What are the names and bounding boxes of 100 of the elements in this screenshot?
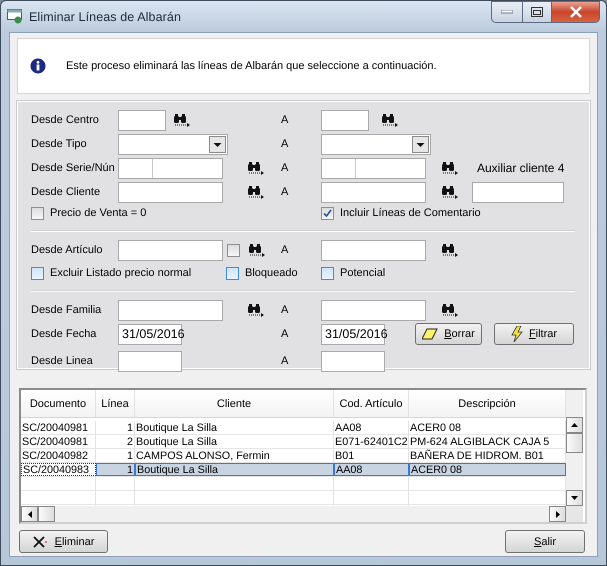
column-header[interactable]: Línea (96, 390, 135, 417)
binoculars-icon[interactable] (247, 304, 265, 316)
binoculars-icon[interactable] (441, 186, 459, 198)
scroll-right-button[interactable] (549, 506, 566, 522)
checkbox-label: Bloqueado (245, 267, 298, 279)
checkbox-label: Precio de Venta = 0 (50, 207, 146, 219)
field-label: Desde Fecha (31, 328, 98, 340)
table-cell: SC/20040983 (21, 463, 96, 476)
range-label: A (281, 244, 290, 256)
table-cell: SC/20040981 (21, 421, 96, 434)
table-cell: SC/20040981 (21, 435, 96, 448)
checkbox-label: Potencial (340, 267, 386, 279)
input-field[interactable] (118, 158, 223, 178)
range-label: A (281, 328, 290, 340)
checkbox[interactable] (227, 244, 240, 256)
field-label: Desde Centro (31, 114, 100, 126)
field-label: Desde Cliente (31, 186, 102, 198)
input-field[interactable] (321, 350, 385, 372)
clear-button[interactable]: Borrar (415, 323, 482, 345)
vertical-scrollbar[interactable] (566, 390, 583, 506)
range-label: A (281, 186, 290, 198)
checkbox[interactable] (321, 206, 334, 220)
table-row[interactable]: SC/20040983 1 Boutique La Silla AA08 ACER0 08 (21, 463, 566, 477)
column-header[interactable]: Documento (21, 390, 96, 417)
table-row[interactable]: SC/20040981 1 Boutique La Silla AA08 ACER0 08 (21, 421, 566, 435)
maximize-button[interactable] (523, 1, 552, 23)
scroll-left-button[interactable] (21, 506, 38, 522)
table-cell: B01 (334, 449, 409, 462)
range-label: A (281, 162, 290, 174)
table-cell: E071-62401C2 (334, 435, 409, 448)
checkbox[interactable] (321, 266, 334, 280)
delete-button[interactable]: Eliminar (19, 530, 108, 553)
minimize-icon (501, 10, 513, 14)
checkbox-label: Excluir Listado precio normal (50, 267, 192, 279)
checkbox[interactable] (31, 266, 44, 280)
scrollbar-corner (566, 506, 583, 522)
binoculars-icon[interactable] (441, 304, 459, 316)
field-label: Desde Artículo (31, 244, 104, 256)
input-field[interactable] (321, 182, 426, 202)
input-field[interactable] (118, 240, 223, 260)
binoculars-icon[interactable] (173, 114, 191, 126)
input-field[interactable] (321, 158, 426, 178)
input-field[interactable] (118, 182, 223, 202)
left-arrow-icon (28, 510, 32, 518)
eraser-icon (422, 328, 438, 340)
binoculars-icon[interactable] (247, 162, 265, 174)
field-label: Desde Familia (31, 304, 102, 316)
table-cell: AA08 (334, 463, 409, 476)
table-cell: ACER0 08 (409, 463, 566, 476)
dropdown-field[interactable] (321, 134, 431, 154)
date-field[interactable]: 31/05/2016 (118, 324, 182, 344)
table-row[interactable]: SC/20040981 2 Boutique La Silla E071-62401C2 PM-624 ALGIBLACK CAJA 5 (21, 435, 566, 449)
minimize-button[interactable] (491, 1, 523, 23)
input-field[interactable] (118, 300, 223, 320)
field-label: Desde Tipo (31, 138, 88, 150)
down-arrow-icon (571, 496, 578, 500)
binoculars-icon[interactable] (248, 244, 266, 256)
binoculars-icon[interactable] (381, 114, 399, 126)
scroll-up-button[interactable] (566, 417, 583, 433)
range-label: A (281, 304, 290, 316)
input-field[interactable] (472, 182, 564, 202)
binoculars-icon[interactable] (247, 186, 265, 198)
table-cell: 2 (96, 435, 135, 448)
up-arrow-icon (571, 423, 578, 427)
table-cell: Boutique La Silla (135, 421, 334, 434)
info-icon (30, 58, 46, 74)
input-field[interactable] (321, 300, 426, 320)
range-label: A (281, 355, 290, 367)
input-field[interactable] (118, 350, 182, 372)
info-message: Este proceso eliminará las líneas de Albarán que seleccione a continuación. (66, 60, 437, 72)
right-arrow-icon (556, 510, 560, 518)
window-title: Eliminar Líneas de Albarán (29, 10, 181, 24)
scrollbar-thumb[interactable] (566, 433, 583, 453)
dropdown-field[interactable] (118, 134, 228, 154)
input-field[interactable] (321, 240, 426, 260)
date-field[interactable]: 31/05/2016 (321, 324, 385, 344)
checkbox-label: Incluir Líneas de Comentario (340, 207, 481, 219)
input-field[interactable] (118, 110, 166, 130)
exit-button[interactable]: Salir (505, 530, 585, 553)
horizontal-scrollbar[interactable] (21, 506, 566, 522)
filter-button[interactable]: Filtrar (494, 323, 574, 345)
table-cell: Boutique La Silla (135, 435, 334, 448)
binoculars-icon[interactable] (441, 162, 459, 174)
close-icon (568, 6, 582, 18)
input-field[interactable] (321, 110, 369, 130)
table-cell: SC/20040982 (21, 449, 96, 462)
table-cell: 1 (96, 449, 135, 462)
column-header[interactable]: Cod. Artículo (334, 390, 409, 417)
table-cell: CAMPOS ALONSO, Fermin (135, 449, 334, 462)
delete-icon (32, 536, 47, 548)
scrollbar-thumb[interactable] (38, 506, 55, 522)
field-label: Desde Linea (31, 355, 94, 367)
checkbox[interactable] (226, 266, 239, 280)
table-cell: 1 (96, 463, 135, 476)
scroll-down-button[interactable] (566, 490, 583, 506)
close-button[interactable] (552, 1, 600, 23)
binoculars-icon[interactable] (441, 244, 459, 256)
table-cell: Boutique La Silla (135, 463, 334, 476)
column-header[interactable]: Cliente (135, 390, 334, 417)
checkbox[interactable] (31, 206, 44, 220)
